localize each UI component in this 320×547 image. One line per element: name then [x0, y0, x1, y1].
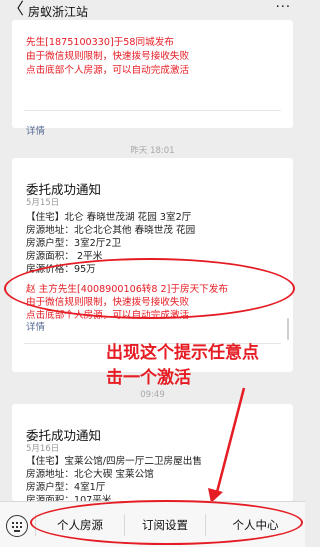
listing-info-line: 房源户型：4室1厅 [26, 482, 106, 493]
keyboard-icon[interactable] [6, 515, 28, 537]
message-card-1[interactable]: 先生[1875100330]于58同城发布 由于微信规则限制，快速拨号接收失败 … [12, 20, 293, 137]
page-title: 房蚁浙江站 [28, 5, 89, 19]
highlight-ellipse [30, 500, 303, 545]
timestamp: 09:49 [140, 390, 165, 400]
activation-notice-line: 先生[1875100330]于58同城发布 [26, 37, 174, 48]
annotation-text: 出现这个提示任意点 [106, 343, 259, 363]
activation-notice-line: 点击底部个人房源，可以自动完成激活 [26, 65, 190, 76]
listing-info-line: 房源地址：北仑北仑其他 春晓世茂 花园 [26, 225, 196, 236]
listing-info-line: 房源地址：北仑大碶 宝莱公馆 [26, 469, 154, 480]
scroll-indicator [287, 318, 289, 340]
annotation-text: 击一个激活 [106, 368, 191, 388]
listing-info-line: 房源户型：3室2厅2卫 [26, 238, 122, 249]
timestamp: 昨天 18:01 [130, 146, 175, 156]
details-link[interactable]: 详情 [26, 319, 45, 333]
listing-info-line: 【住宅】北仑 春晓世茂湖 花园 3室2厅 [26, 212, 192, 223]
activation-notice-line: 由于微信规则限制，快速拨号接收失败 [26, 51, 190, 62]
top-navigation-bar: 〈 房蚁浙江站 ··· [0, 0, 305, 20]
more-options-icon[interactable]: ··· [276, 0, 291, 15]
highlight-ellipse [4, 258, 295, 319]
back-arrow-icon[interactable]: 〈 [8, 1, 24, 17]
card-divider [24, 110, 281, 111]
message-card-3[interactable]: 委托成功通知 5月16日 【住宅】宝莱公馆/四房一厅二卫房屋出售 房源地址：北仑… [12, 404, 293, 506]
card-date: 5月16日 [26, 444, 60, 454]
card-date: 5月15日 [26, 198, 60, 208]
details-link[interactable]: 详情 [26, 123, 45, 137]
listing-info-line: 【住宅】宝莱公馆/四房一厅二卫房屋出售 [26, 456, 202, 467]
